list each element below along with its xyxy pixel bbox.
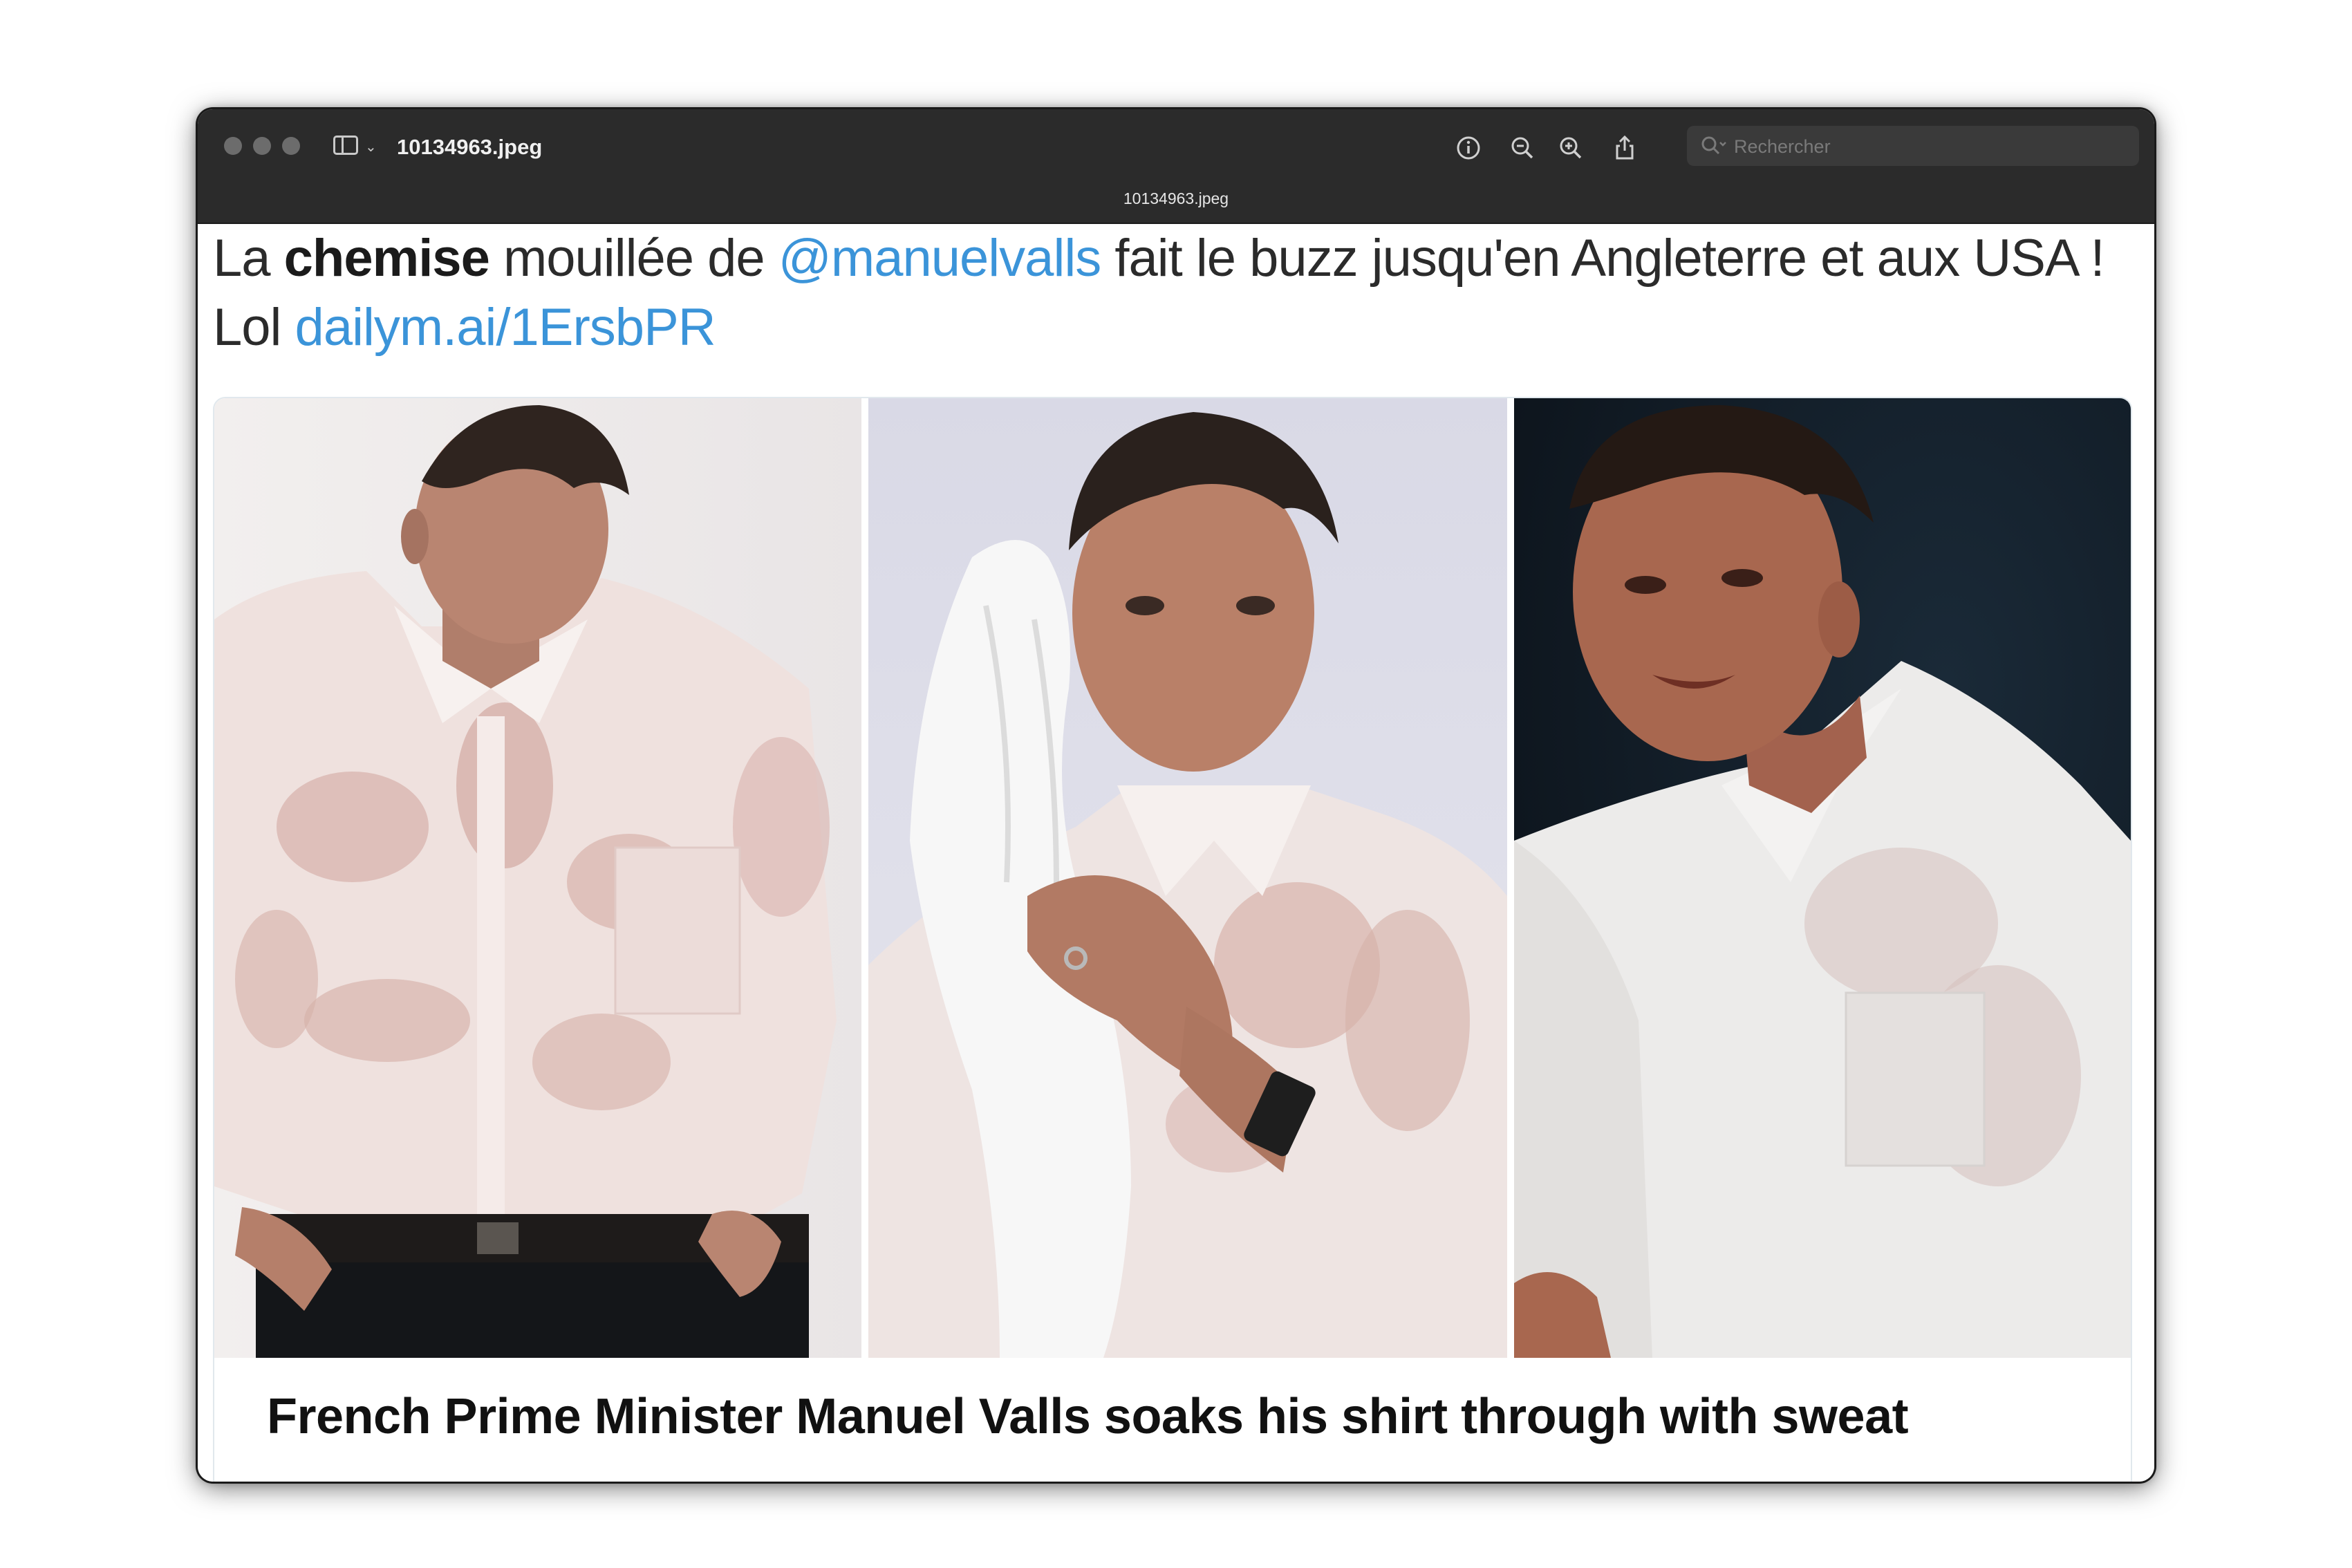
share-icon xyxy=(1616,135,1634,160)
tweet-word: mouillée de xyxy=(489,229,778,288)
window-title: 10134963.jpeg xyxy=(397,135,543,159)
info-icon xyxy=(1457,136,1480,160)
tweet-word: Lol xyxy=(213,298,295,357)
photo-right xyxy=(1514,398,2131,1358)
title-bar: ⌄ 10134963.jpeg Rechercher 10134963.jpeg xyxy=(198,109,2154,224)
share-button[interactable] xyxy=(1605,129,1644,167)
card-headline: French Prime Minister Manuel Valls soaks… xyxy=(267,1389,1909,1444)
search-icon xyxy=(1699,134,1727,158)
zoom-out-icon xyxy=(1511,137,1533,159)
sidebar-icon xyxy=(333,136,358,155)
tweet-text: La chemise mouillée de @manuelvalls fait… xyxy=(213,224,2142,362)
info-button[interactable] xyxy=(1449,129,1488,167)
chevron-down-icon: ⌄ xyxy=(365,140,377,155)
photo-middle xyxy=(868,398,1507,1358)
zoom-window-button[interactable] xyxy=(282,137,300,155)
tweet-mention: @manuelvalls xyxy=(778,229,1101,288)
zoom-out-button[interactable] xyxy=(1503,129,1542,167)
close-window-button[interactable] xyxy=(224,137,242,155)
tweet-bold-word: chemise xyxy=(283,229,490,288)
photo-triptych xyxy=(214,398,2131,1358)
sidebar-toggle-button[interactable]: ⌄ xyxy=(333,136,379,158)
tweet-card: French Prime Minister Manuel Valls soaks… xyxy=(213,397,2132,1482)
tweet-word: La xyxy=(213,229,284,288)
tweet-word: fait le buzz jusqu'en Angleterre et aux … xyxy=(1101,229,2104,288)
zoom-in-button[interactable] xyxy=(1551,129,1590,167)
document-title: 10134963.jpeg xyxy=(1123,189,1229,207)
tweet-link: dailym.ai/1ErsbPR xyxy=(295,298,716,357)
minimize-window-button[interactable] xyxy=(253,137,271,155)
photo-left xyxy=(214,398,861,1358)
image-canvas: La chemise mouillée de @manuelvalls fait… xyxy=(198,224,2154,1482)
zoom-in-icon xyxy=(1560,137,1582,159)
preview-window: ⌄ 10134963.jpeg Rechercher 10134963.jpeg… xyxy=(198,109,2154,1482)
search-field[interactable] xyxy=(1687,126,2139,166)
search-input[interactable] xyxy=(1733,131,2122,162)
